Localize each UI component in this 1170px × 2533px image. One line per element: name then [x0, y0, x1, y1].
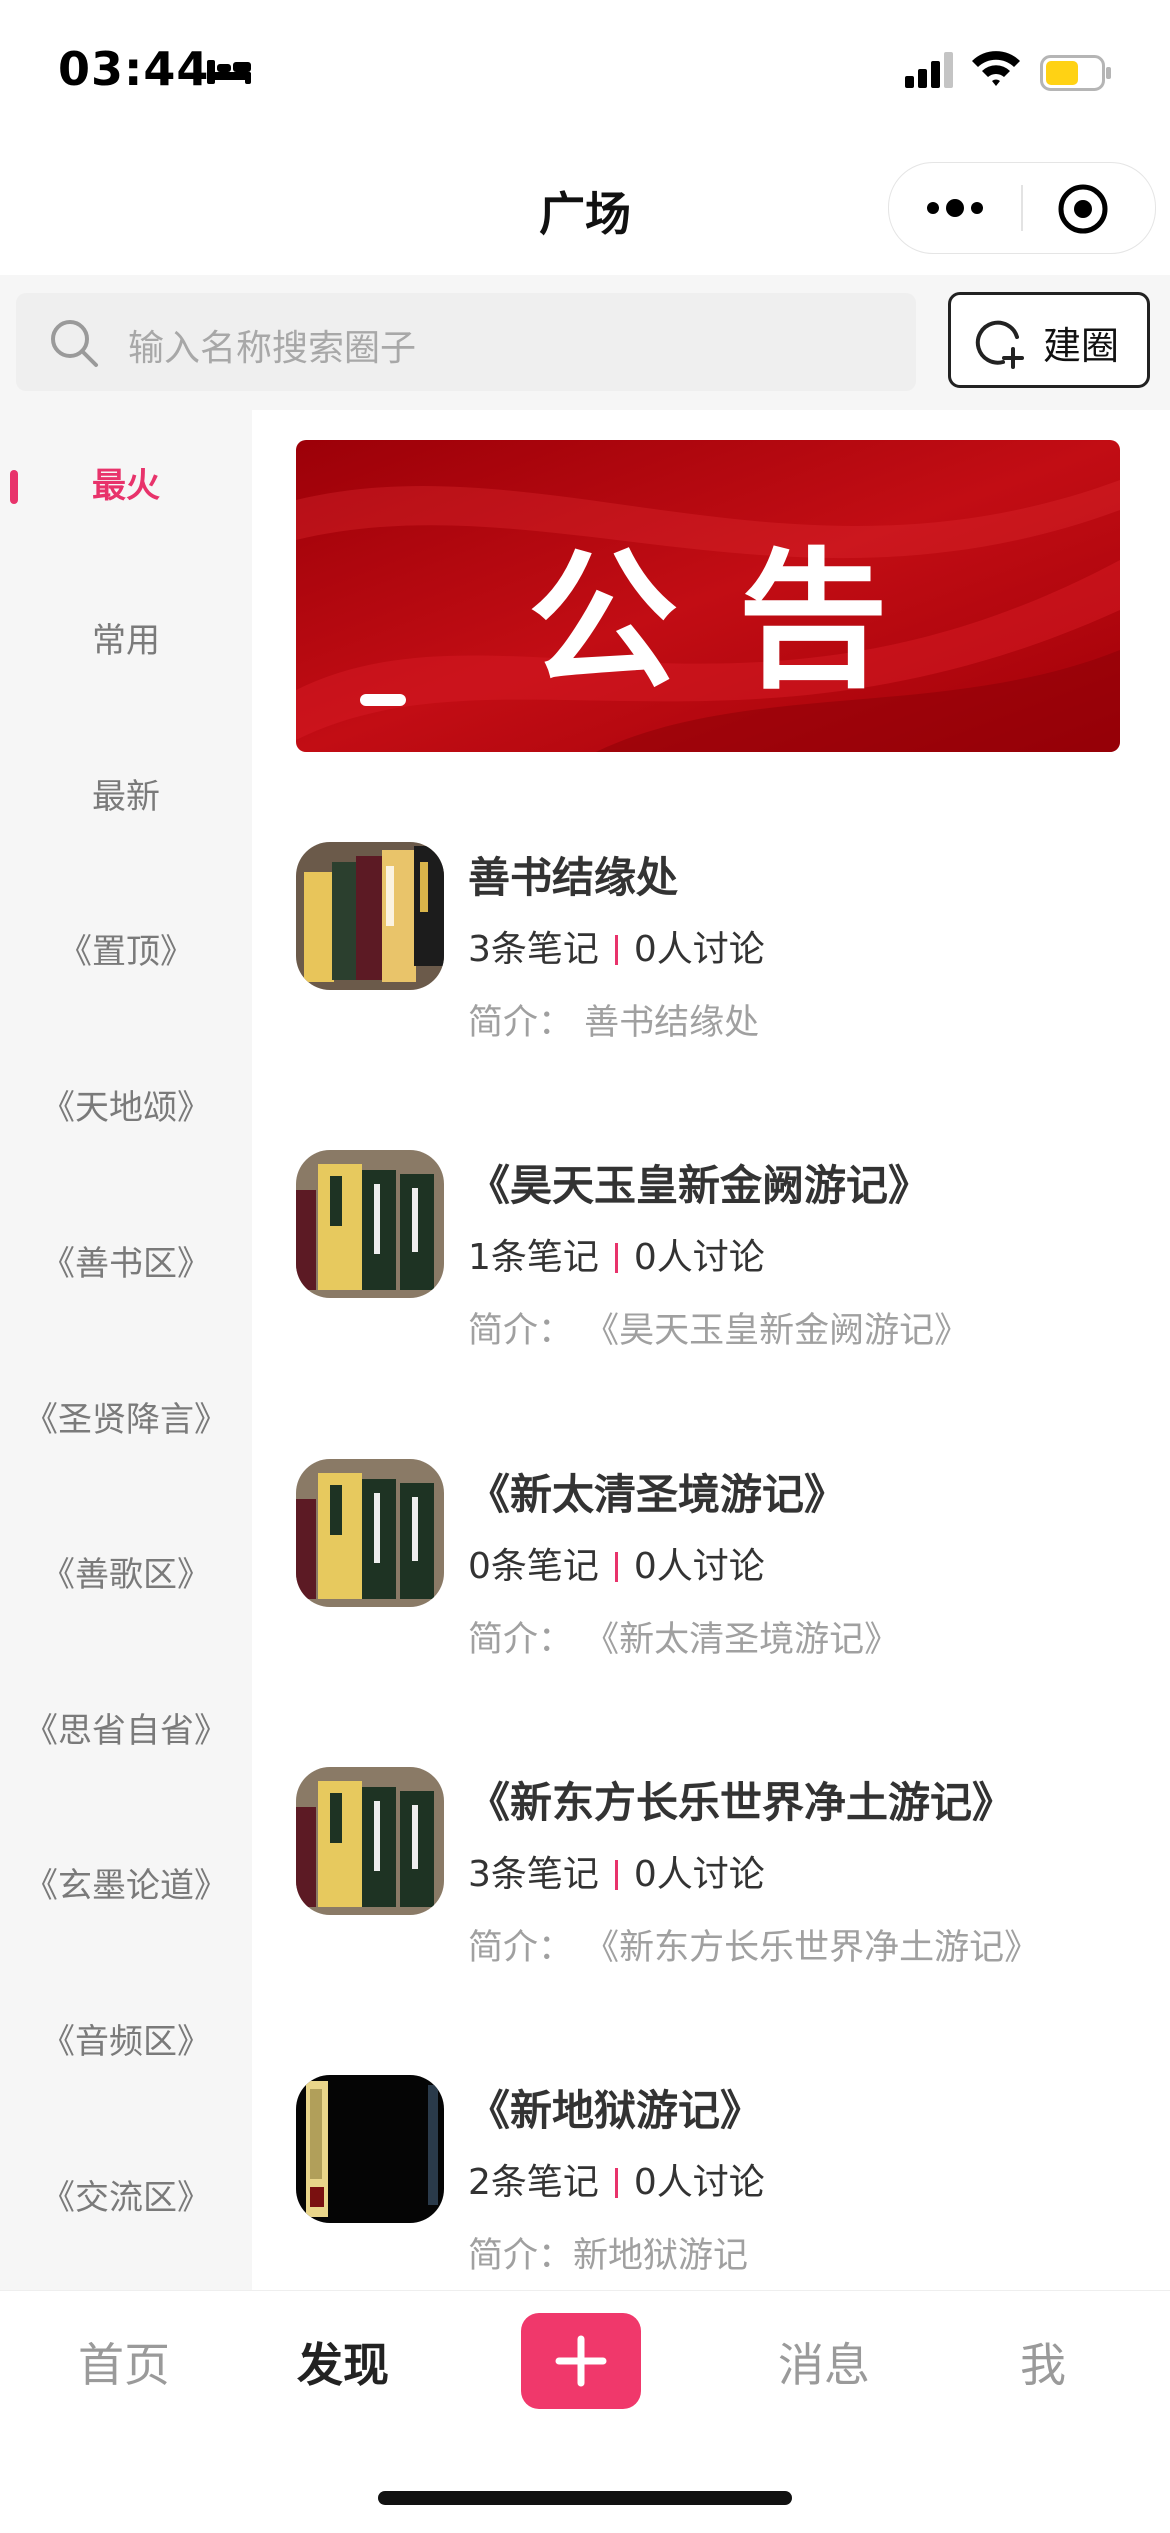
add-circle-icon — [975, 320, 1024, 369]
sidebar-item-shengxian[interactable]: 《圣贤降言》 — [0, 1380, 252, 1460]
notes-count: 0条笔记 — [468, 1546, 599, 1587]
notes-count: 2条笔记 — [468, 2162, 599, 2203]
sidebar-item-shange[interactable]: 《善歌区》 — [0, 1535, 252, 1615]
circle-thumbnail — [296, 1150, 444, 1298]
stats-separator — [614, 2168, 618, 2198]
list-item[interactable]: 《昊天玉皇新金阙游记》 1条笔记 0人讨论 简介： 《昊天玉皇新金阙游记》 — [296, 1150, 1116, 1390]
mini-program-capsule — [888, 162, 1156, 254]
search-placeholder: 输入名称搜索圈子 — [128, 328, 417, 369]
banner-title: 公告 — [527, 533, 948, 709]
create-circle-label: 建圈 — [1043, 324, 1120, 368]
cellular-signal-icon — [905, 52, 953, 88]
list-item[interactable]: 《新东方长乐世界净土游记》 3条笔记 0人讨论 简介： 《新东方长乐世界净土游记》 — [296, 1767, 1116, 2007]
circle-stats: 2条笔记 0人讨论 — [468, 2153, 765, 2205]
tab-messages[interactable]: 消息 — [778, 2329, 870, 2395]
circle-thumbnail — [296, 2075, 444, 2223]
stats-separator — [614, 1243, 618, 1273]
status-time: 03:44 — [58, 42, 210, 96]
circle-stats: 3条笔记 0人讨论 — [468, 920, 765, 972]
sidebar-item-frequent[interactable]: 常用 — [0, 601, 252, 681]
create-circle-button[interactable]: 建圈 — [948, 292, 1150, 388]
sidebar-item-hottest[interactable]: 最火 — [0, 446, 252, 526]
sidebar-item-newest[interactable]: 最新 — [0, 757, 252, 837]
circle-thumbnail — [296, 1459, 444, 1607]
discussion-count: 0人讨论 — [633, 1546, 765, 1587]
circle-name: 《昊天玉皇新金阙游记》 — [468, 1161, 931, 1210]
circle-thumbnail — [296, 1767, 444, 1915]
circle-stats: 3条笔记 0人讨论 — [468, 1845, 765, 1897]
bottom-tab-bar: 首页 发现 消息 我 — [0, 2290, 1170, 2533]
notes-count: 3条笔记 — [468, 929, 599, 970]
tab-discover[interactable]: 发现 — [297, 2329, 389, 2395]
discussion-count: 0人讨论 — [633, 929, 765, 970]
notes-count: 1条笔记 — [468, 1237, 599, 1278]
tab-me[interactable]: 我 — [1020, 2329, 1066, 2395]
stats-separator — [614, 935, 618, 965]
plus-icon — [555, 2335, 607, 2387]
more-icon[interactable] — [925, 195, 985, 221]
create-post-button[interactable] — [521, 2313, 641, 2409]
search-icon — [51, 320, 98, 367]
circle-name: 《新地狱游记》 — [468, 2086, 763, 2135]
wifi-icon — [972, 51, 1020, 86]
announcement-banner[interactable]: 公告 — [296, 440, 1120, 752]
list-item[interactable]: 《新太清圣境游记》 0条笔记 0人讨论 简介： 《新太清圣境游记》 — [296, 1459, 1116, 1699]
search-row: 输入名称搜索圈子 建圈 — [0, 275, 1170, 410]
stats-separator — [614, 1860, 618, 1890]
search-input[interactable]: 输入名称搜索圈子 — [16, 293, 916, 391]
circle-name: 《新太清圣境游记》 — [468, 1470, 847, 1519]
stats-separator — [614, 1552, 618, 1582]
nav-bar: 广场 — [0, 140, 1170, 275]
circle-description: 简介： 《昊天玉皇新金阙游记》 — [468, 1311, 970, 1351]
tab-home[interactable]: 首页 — [78, 2329, 170, 2395]
sidebar-item-exchange[interactable]: 《交流区》 — [0, 2158, 252, 2238]
discussion-count: 0人讨论 — [633, 2162, 765, 2203]
battery-icon — [1040, 55, 1111, 91]
capsule-divider — [1021, 185, 1023, 231]
sleep-focus-icon — [207, 60, 251, 84]
circle-description: 简介： 《新东方长乐世界净土游记》 — [468, 1928, 1040, 1968]
discussion-count: 0人讨论 — [633, 1854, 765, 1895]
sidebar-item-sixing[interactable]: 《思省自省》 — [0, 1691, 252, 1771]
sidebar-item-xuanmo[interactable]: 《玄墨论道》 — [0, 1846, 252, 1926]
circle-name: 《新东方长乐世界净土游记》 — [468, 1778, 1015, 1827]
sidebar-item-pinned[interactable]: 《置顶》 — [0, 912, 252, 992]
circle-description: 简介：新地狱游记 — [468, 2236, 749, 2276]
sidebar-item-audio[interactable]: 《音频区》 — [0, 2002, 252, 2082]
circle-description: 简介： 善书结缘处 — [468, 1003, 760, 1043]
status-bar: 03:44 — [0, 0, 1170, 140]
discussion-count: 0人讨论 — [633, 1237, 765, 1278]
circle-name: 善书结缘处 — [468, 853, 679, 902]
circle-thumbnail — [296, 842, 444, 990]
list-item[interactable]: 善书结缘处 3条笔记 0人讨论 简介： 善书结缘处 — [296, 842, 1116, 1082]
notes-count: 3条笔记 — [468, 1854, 599, 1895]
home-indicator[interactable] — [378, 2491, 792, 2505]
list-item[interactable]: 《新地狱游记》 2条笔记 0人讨论 简介：新地狱游记 — [296, 2075, 1116, 2315]
sidebar-item-shanshu[interactable]: 《善书区》 — [0, 1224, 252, 1304]
circle-description: 简介： 《新太清圣境游记》 — [468, 1620, 900, 1660]
sidebar-item-tiandisong[interactable]: 《天地颂》 — [0, 1068, 252, 1148]
close-miniprogram-icon[interactable] — [1057, 183, 1109, 235]
circle-stats: 0条笔记 0人讨论 — [468, 1537, 765, 1589]
banner-page-indicator[interactable] — [360, 694, 406, 706]
circle-stats: 1条笔记 0人讨论 — [468, 1228, 765, 1280]
